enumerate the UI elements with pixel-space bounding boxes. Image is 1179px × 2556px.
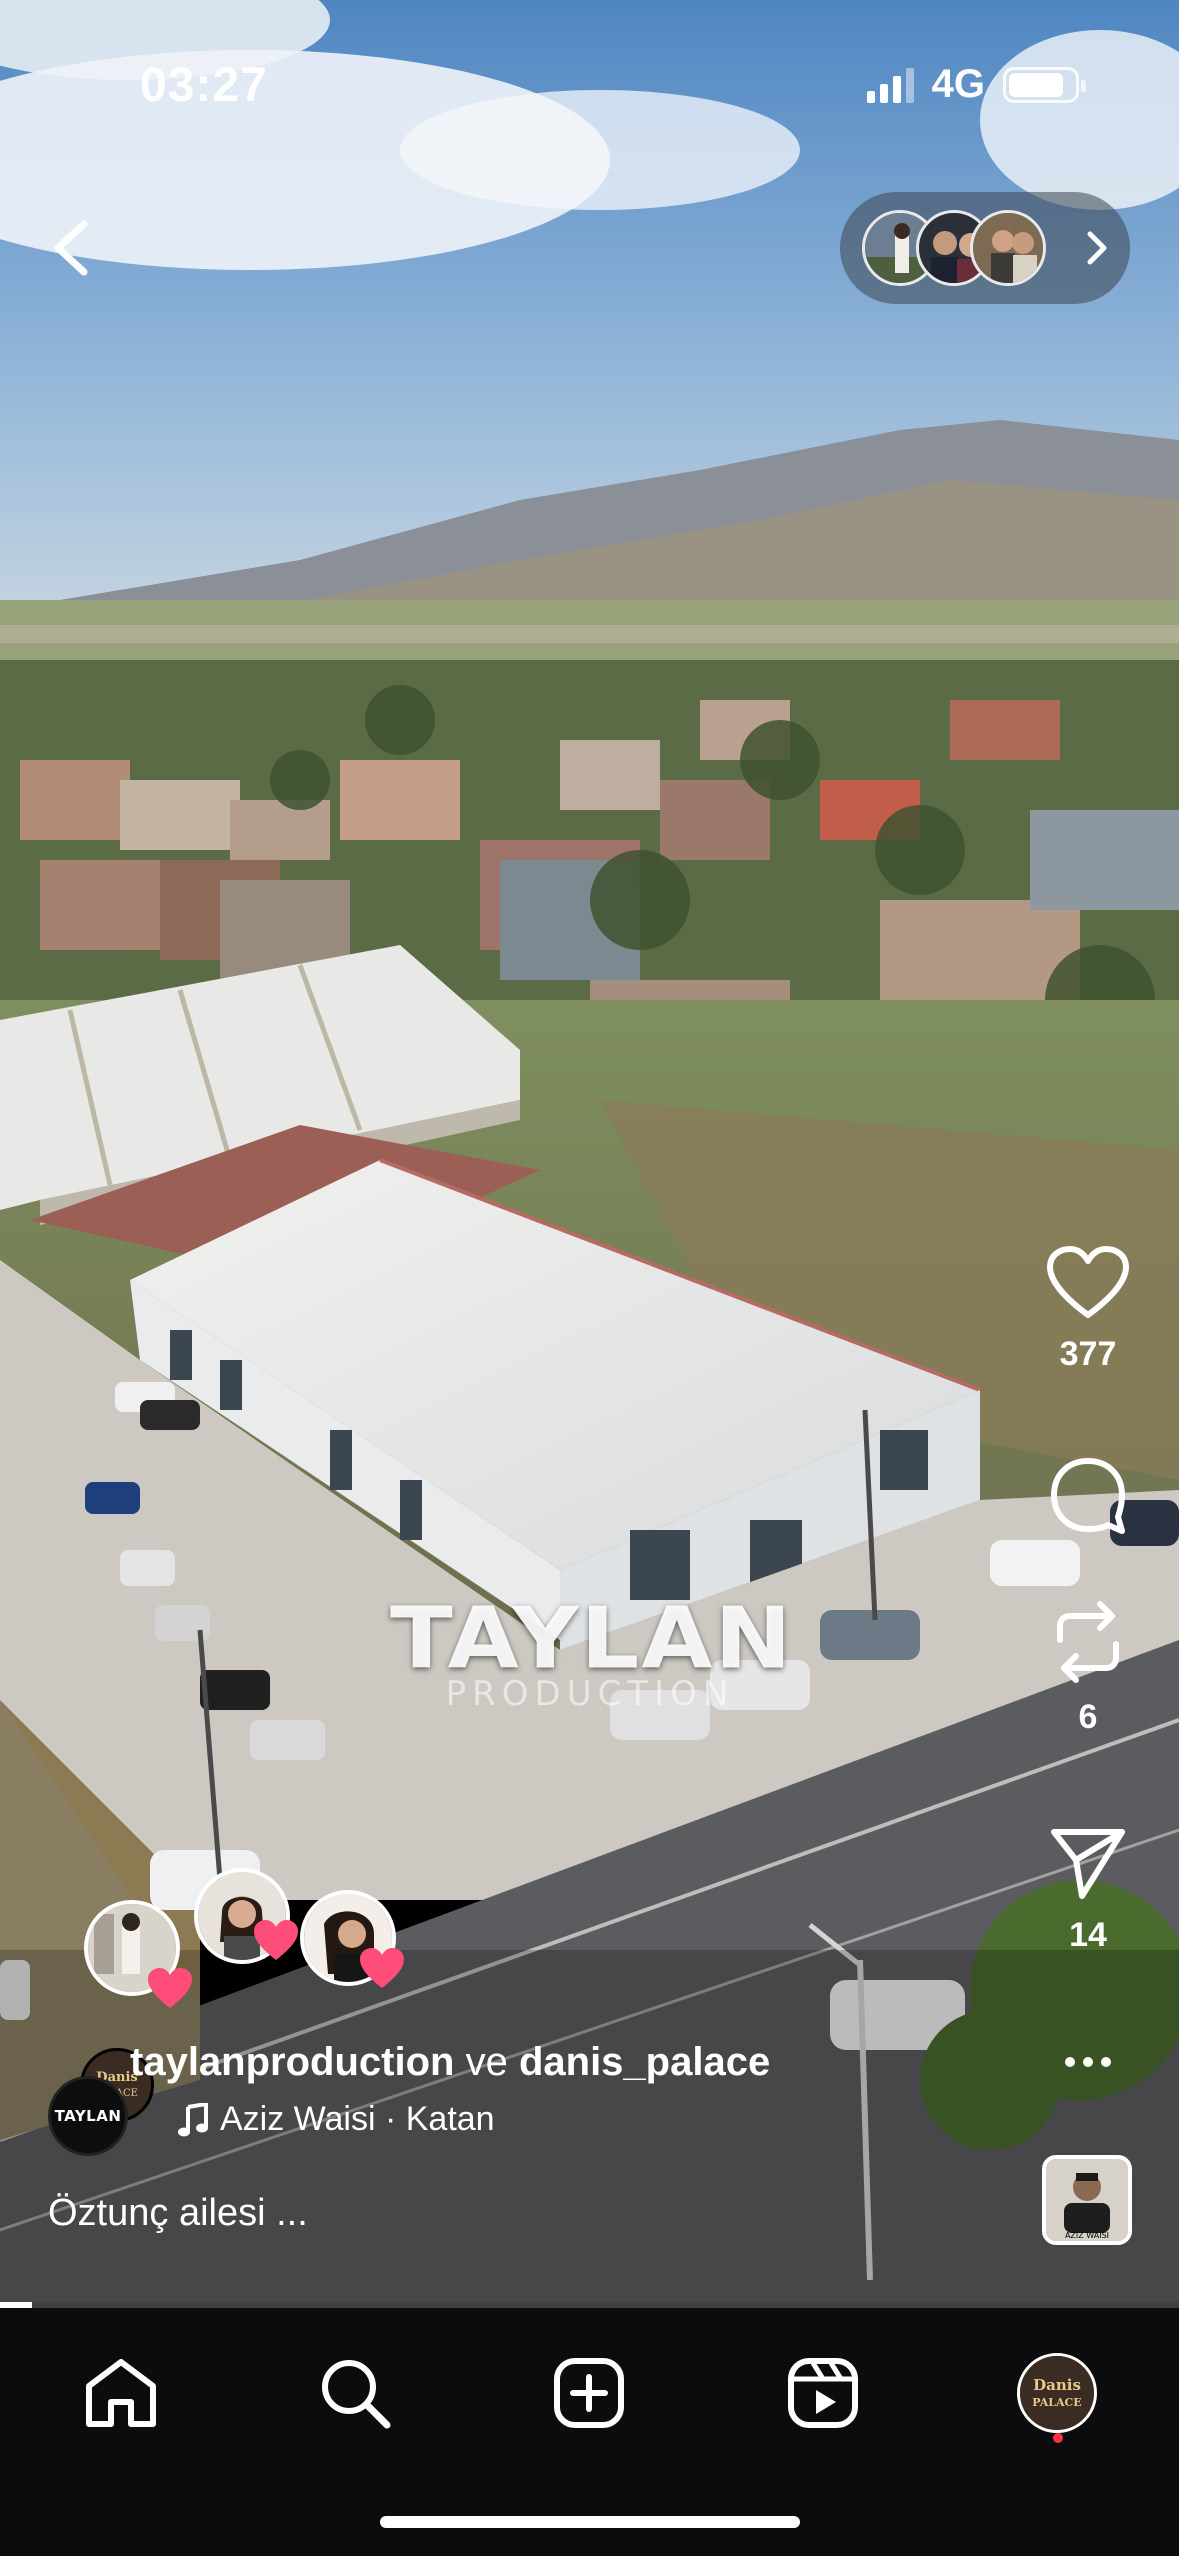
- nav-reels[interactable]: [778, 2348, 868, 2438]
- audio-track-label: Aziz Waisi · Katan: [220, 2100, 495, 2138]
- reels-icon: [788, 2358, 858, 2428]
- chevron-right-icon: [1084, 226, 1108, 270]
- home-indicator[interactable]: [380, 2516, 800, 2528]
- audio-cover-thumbnail[interactable]: AZIZ WAISI: [1042, 2155, 1132, 2245]
- reaction-heart-icon: [252, 1918, 300, 1962]
- share-count: 14: [1069, 1916, 1107, 1954]
- search-icon: [322, 2360, 391, 2429]
- comment-icon: [1051, 1458, 1125, 1534]
- story-avatar: [970, 210, 1046, 286]
- more-icon: [1065, 2057, 1111, 2067]
- author-primary-username[interactable]: taylanproduction: [130, 2040, 454, 2084]
- heart-icon: [1047, 1246, 1129, 1318]
- comment-action[interactable]: [1040, 1455, 1136, 1535]
- author-secondary-username[interactable]: danis_palace: [519, 2040, 770, 2084]
- chevron-left-icon: [54, 220, 88, 276]
- like-count: 377: [1059, 1335, 1117, 1373]
- share-action[interactable]: 14: [1040, 1826, 1136, 1955]
- repost-count: 6: [1078, 1698, 1098, 1736]
- nav-create[interactable]: [544, 2348, 634, 2438]
- audio-thumb-text: AZIZ WAISI: [1065, 2231, 1109, 2240]
- notification-dot: [1053, 2433, 1063, 2443]
- repost-icon: [1057, 1601, 1119, 1683]
- repost-action[interactable]: 6: [1040, 1600, 1136, 1737]
- status-indicators: 4G: [866, 62, 1086, 107]
- nav-search[interactable]: [310, 2348, 400, 2438]
- status-time: 03:27: [140, 59, 268, 112]
- home-icon: [86, 2359, 156, 2427]
- post-caption[interactable]: Öztunç ailesi ...: [48, 2192, 308, 2235]
- nav-profile[interactable]: Danis PALACE: [1012, 2348, 1102, 2438]
- battery-icon: [1003, 66, 1086, 103]
- author-avatar: TAYLAN: [48, 2076, 128, 2156]
- reaction-heart-icon: [146, 1966, 194, 2010]
- back-button[interactable]: [40, 212, 100, 284]
- stories-preview-pill[interactable]: [840, 192, 1130, 304]
- audio-attribution[interactable]: Aziz Waisi · Katan: [178, 2100, 495, 2139]
- more-options-button[interactable]: [1062, 2052, 1114, 2072]
- profile-avatar: Danis PALACE: [1017, 2353, 1097, 2433]
- reaction-heart-icon: [358, 1946, 406, 1990]
- nav-home[interactable]: [76, 2348, 166, 2438]
- profile-avatar-text: Danis PALACE: [1032, 2376, 1081, 2409]
- author-conjunction: ve: [465, 2040, 508, 2084]
- network-type: 4G: [931, 62, 985, 106]
- author-names[interactable]: taylanproduction ve danis_palace: [130, 2040, 770, 2085]
- create-icon: [554, 2358, 624, 2428]
- music-note-icon: [178, 2102, 208, 2136]
- cellular-signal-icon: [866, 67, 914, 103]
- send-icon: [1051, 1829, 1125, 1899]
- like-action[interactable]: 377: [1040, 1245, 1136, 1374]
